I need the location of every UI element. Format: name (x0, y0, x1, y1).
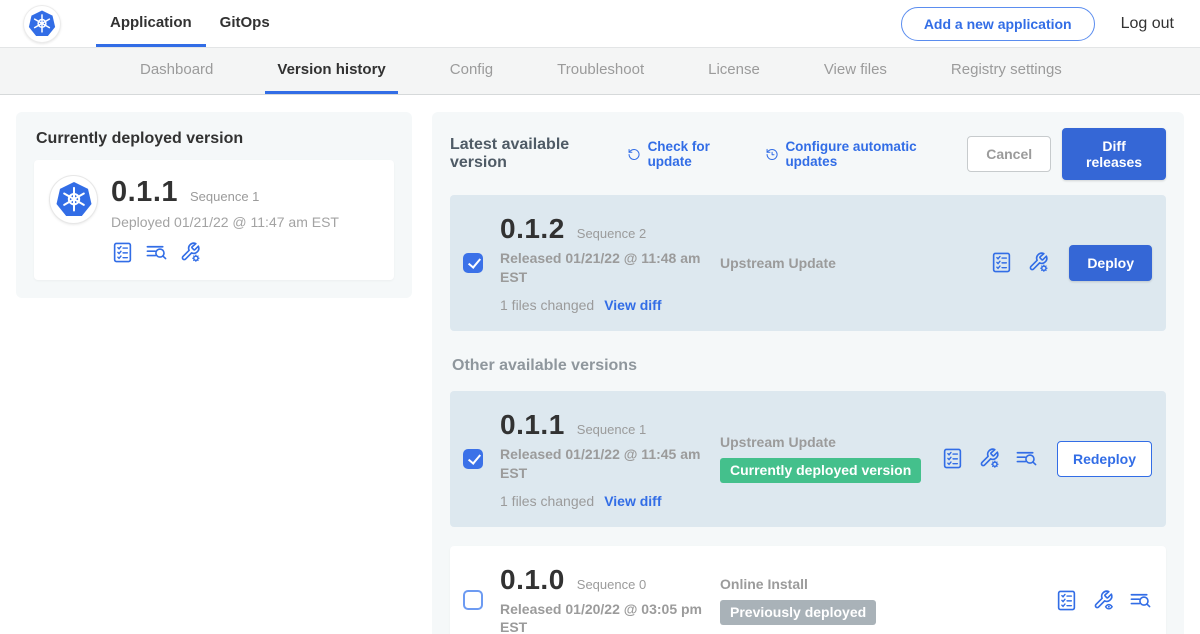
version-source: Upstream Update Currently deployed versi… (720, 434, 941, 483)
check-for-update-label: Check for update (648, 139, 740, 169)
kubernetes-icon (27, 9, 57, 39)
version-main: 0.1.0 Sequence 0 Released 01/20/22 @ 03:… (500, 564, 720, 634)
configure-automatic-updates-label: Configure automatic updates (785, 139, 941, 169)
redeploy-button[interactable]: Redeploy (1057, 441, 1152, 477)
subnav-troubleshoot[interactable]: Troubleshoot (545, 48, 656, 94)
view-diff-link[interactable]: View diff (604, 493, 661, 509)
subnav-license[interactable]: License (696, 48, 772, 94)
subnav-version-history[interactable]: Version history (265, 48, 397, 94)
currently-deployed-badge: Currently deployed version (720, 458, 921, 483)
version-source: Online Install Previously deployed (720, 576, 1055, 625)
refresh-icon (627, 146, 641, 163)
view-config-icon[interactable] (1092, 589, 1115, 612)
check-for-update-link[interactable]: Check for update (627, 139, 739, 169)
version-actions: Redeploy (941, 441, 1152, 477)
released-timestamp: Released 01/21/22 @ 11:45 am EST (500, 445, 708, 483)
tab-application[interactable]: Application (96, 0, 206, 47)
version-checkbox[interactable] (463, 449, 483, 469)
diff-releases-button[interactable]: Diff releases (1062, 128, 1166, 180)
deployed-version-number: 0.1.1 (111, 176, 178, 209)
view-files-icon[interactable] (1015, 447, 1038, 470)
preflight-checks-icon[interactable] (1055, 589, 1078, 612)
edit-config-icon[interactable] (978, 447, 1001, 470)
version-sequence: Sequence 0 (577, 577, 646, 592)
topnav-spacer (284, 0, 901, 47)
configure-automatic-updates-link[interactable]: Configure automatic updates (765, 139, 941, 169)
version-checkbox[interactable] (463, 253, 483, 273)
deployed-timestamp: Deployed 01/21/22 @ 11:47 am EST (111, 214, 339, 230)
cancel-button[interactable]: Cancel (967, 136, 1051, 172)
files-changed-label: 1 files changed (500, 297, 594, 313)
top-nav: Application GitOps Add a new application… (0, 0, 1200, 48)
deployed-version-sequence: Sequence 1 (190, 189, 259, 204)
subnav-dashboard[interactable]: Dashboard (128, 48, 225, 94)
subnav-view-files[interactable]: View files (812, 48, 899, 94)
view-files-icon[interactable] (145, 241, 168, 264)
edit-config-icon[interactable] (1027, 251, 1050, 274)
latest-version-title: Latest available version (450, 136, 601, 172)
version-source: Upstream Update (720, 255, 990, 271)
previously-deployed-badge: Previously deployed (720, 600, 876, 625)
edit-config-icon[interactable] (179, 241, 202, 264)
version-actions (1055, 589, 1152, 612)
version-number: 0.1.1 (500, 409, 565, 441)
preflight-checks-icon[interactable] (111, 241, 134, 264)
files-changed-label: 1 files changed (500, 493, 594, 509)
version-main: 0.1.1 Sequence 1 Released 01/21/22 @ 11:… (500, 409, 720, 509)
released-timestamp: Released 01/21/22 @ 11:48 am EST (500, 249, 708, 287)
version-main: 0.1.2 Sequence 2 Released 01/21/22 @ 11:… (500, 213, 720, 313)
kubernetes-icon (54, 180, 94, 220)
version-sequence: Sequence 2 (577, 226, 646, 241)
currently-deployed-title: Currently deployed version (36, 130, 394, 148)
currently-deployed-card: Currently deployed version 0.1.1 Sequenc… (16, 112, 412, 298)
logout-link[interactable]: Log out (1121, 15, 1174, 33)
version-sequence: Sequence 1 (577, 422, 646, 437)
app-icon-circle (50, 176, 97, 223)
version-actions: Deploy (990, 245, 1152, 281)
source-label: Upstream Update (720, 434, 941, 450)
deploy-button[interactable]: Deploy (1069, 245, 1152, 281)
version-row-0-1-1: 0.1.1 Sequence 1 Released 01/21/22 @ 11:… (450, 391, 1166, 527)
released-timestamp: Released 01/20/22 @ 03:05 pm EST (500, 600, 708, 634)
version-number: 0.1.0 (500, 564, 565, 596)
deployed-version-info: 0.1.1 Sequence 1 Deployed 01/21/22 @ 11:… (111, 174, 339, 264)
version-row-0-1-0: 0.1.0 Sequence 0 Released 01/20/22 @ 03:… (450, 546, 1166, 634)
view-files-icon[interactable] (1129, 589, 1152, 612)
add-application-button[interactable]: Add a new application (901, 7, 1095, 41)
app-logo (24, 6, 60, 42)
latest-version-header: Latest available version Check for updat… (450, 128, 1166, 180)
preflight-checks-icon[interactable] (990, 251, 1013, 274)
deployed-version-card: 0.1.1 Sequence 1 Deployed 01/21/22 @ 11:… (34, 160, 394, 280)
source-label: Online Install (720, 576, 1055, 592)
version-checkbox[interactable] (463, 590, 483, 610)
other-versions-title: Other available versions (452, 357, 1164, 375)
main-content: Currently deployed version 0.1.1 Sequenc… (0, 95, 1200, 634)
view-diff-link[interactable]: View diff (604, 297, 661, 313)
version-history-panel: Latest available version Check for updat… (432, 112, 1184, 634)
subnav-config[interactable]: Config (438, 48, 505, 94)
version-row-0-1-2: 0.1.2 Sequence 2 Released 01/21/22 @ 11:… (450, 195, 1166, 331)
source-label: Upstream Update (720, 255, 990, 271)
app-sub-nav: Dashboard Version history Config Trouble… (0, 48, 1200, 95)
tab-gitops[interactable]: GitOps (206, 0, 284, 47)
subnav-registry-settings[interactable]: Registry settings (939, 48, 1074, 94)
preflight-checks-icon[interactable] (941, 447, 964, 470)
version-number: 0.1.2 (500, 213, 565, 245)
scheduled-update-icon (765, 146, 779, 163)
